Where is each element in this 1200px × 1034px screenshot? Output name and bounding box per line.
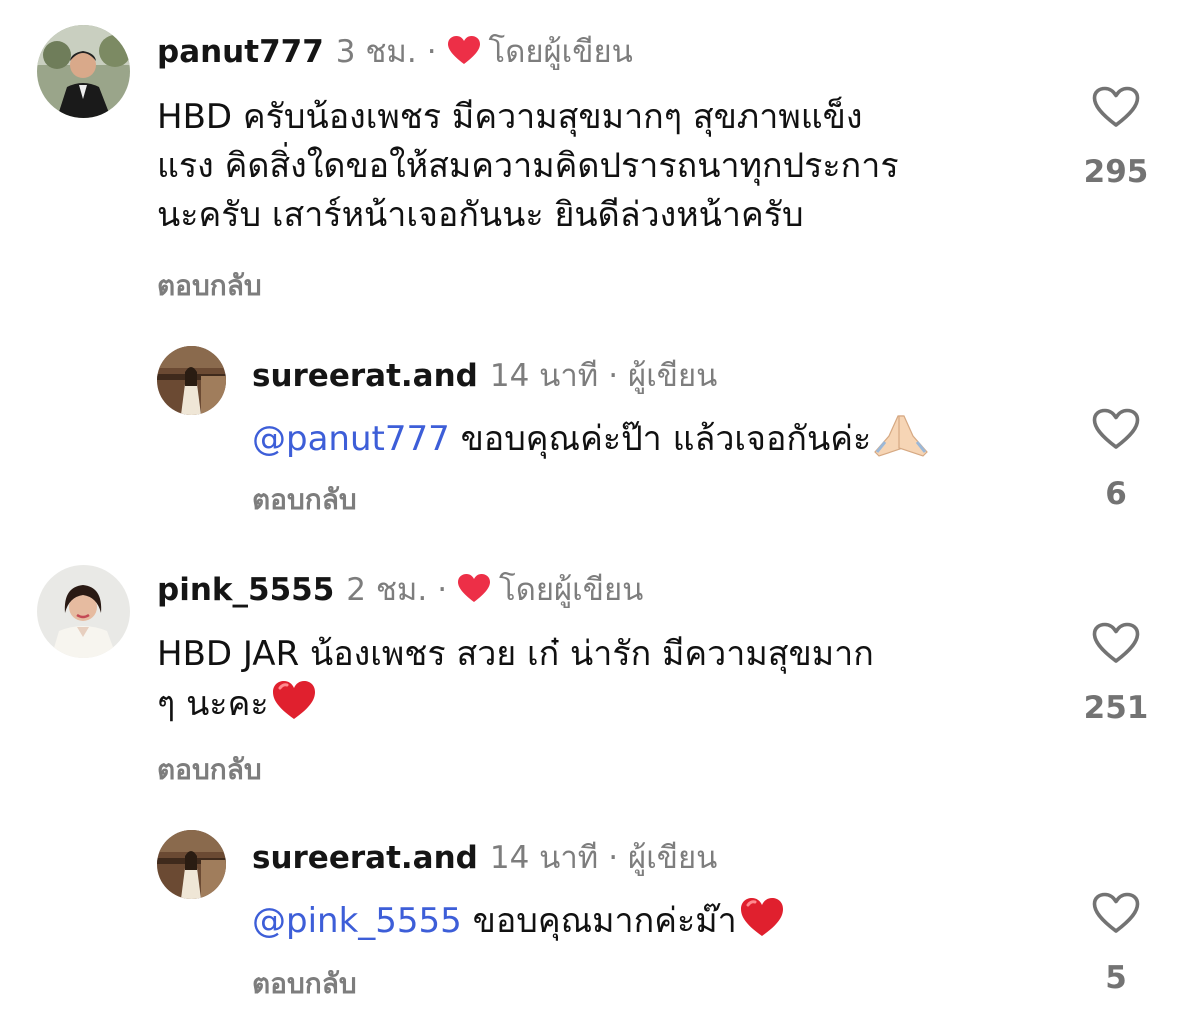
timestamp: 2 ชม. xyxy=(346,572,428,608)
avatar[interactable] xyxy=(37,25,130,118)
heart-outline-icon[interactable] xyxy=(1076,892,1156,934)
reply-button[interactable]: ตอบกลับ xyxy=(252,482,357,518)
avatar[interactable] xyxy=(157,346,226,415)
separator-dot: · xyxy=(608,840,619,876)
like-button[interactable]: 251 xyxy=(1076,622,1156,726)
timestamp: 14 นาที xyxy=(489,358,599,394)
author-tag: ผู้เขียน xyxy=(628,358,718,394)
heart-outline-icon[interactable] xyxy=(1076,408,1156,450)
comment-header: sureerat.and 14 นาที · ผู้เขียน xyxy=(252,356,717,396)
comment-text-line: ๆ นะคะ xyxy=(157,679,874,735)
separator-dot: · xyxy=(608,358,619,394)
like-count: 295 xyxy=(1083,154,1149,190)
folded-hands-emoji-icon xyxy=(873,414,929,472)
red-heart-emoji-icon xyxy=(739,896,785,952)
username[interactable]: pink_5555 xyxy=(157,572,334,608)
comment-text: HBD ครับน้องเพชร มีความสุขมากๆ สุขภาพแข็… xyxy=(157,93,899,240)
comment-text-line: HBD JAR น้องเพชร สวย เก๋ น่ารัก มีความสุ… xyxy=(157,634,874,674)
red-heart-emoji-icon xyxy=(271,679,317,735)
author-tag: ผู้เขียน xyxy=(628,840,718,876)
username[interactable]: sureerat.and xyxy=(252,840,478,876)
comment-text-line: แรง คิดสิ่งใดขอให้สมความคิดปรารถนาทุกประ… xyxy=(157,146,899,186)
liked-by-author-heart-icon xyxy=(457,573,491,613)
comment-text-content: ขอบคุณมากค่ะม๊า xyxy=(472,901,737,941)
comment-text-content: ขอบคุณค่ะป๊า แล้วเจอกันค่ะ xyxy=(460,419,872,459)
reply-button[interactable]: ตอบกลับ xyxy=(157,752,262,788)
comment-text-line: HBD ครับน้องเพชร มีความสุขมากๆ สุขภาพแข็… xyxy=(157,97,863,137)
author-tag: โดยผู้เขียน xyxy=(488,34,633,70)
username[interactable]: panut777 xyxy=(157,34,324,70)
like-button[interactable]: 6 xyxy=(1076,408,1156,512)
reply-button[interactable]: ตอบกลับ xyxy=(157,268,262,304)
like-count: 6 xyxy=(1105,476,1127,512)
comments-thread: panut777 3 ชม. · โดยผู้เขียน HBD ครับน้องเพ… xyxy=(0,0,1200,1034)
username[interactable]: sureerat.and xyxy=(252,358,478,394)
like-button[interactable]: 295 xyxy=(1076,86,1156,190)
timestamp: 14 นาที xyxy=(489,840,599,876)
like-count: 251 xyxy=(1083,690,1149,726)
mention-link[interactable]: @panut777 xyxy=(252,419,450,459)
like-button[interactable]: 5 xyxy=(1076,892,1156,996)
liked-by-author-heart-icon xyxy=(447,35,481,75)
separator-dot: · xyxy=(437,572,448,608)
author-tag: โดยผู้เขียน xyxy=(499,572,644,608)
reply-button[interactable]: ตอบกลับ xyxy=(252,966,357,1002)
avatar[interactable] xyxy=(37,565,130,658)
separator-dot: · xyxy=(426,34,437,70)
comment-text-line: นะครับ เสาร์หน้าเจอกันนะ ยินดีล่วงหน้าคร… xyxy=(157,195,804,235)
mention-link[interactable]: @pink_5555 xyxy=(252,901,462,941)
like-count: 5 xyxy=(1105,960,1127,996)
comment-text: HBD JAR น้องเพชร สวย เก๋ น่ารัก มีความสุ… xyxy=(157,630,874,735)
timestamp: 3 ชม. xyxy=(335,34,417,70)
comment-header: pink_5555 2 ชม. · โดยผู้เขียน xyxy=(157,570,643,613)
comment-header: sureerat.and 14 นาที · ผู้เขียน xyxy=(252,838,717,878)
heart-outline-icon[interactable] xyxy=(1076,86,1156,128)
avatar[interactable] xyxy=(157,830,226,899)
comment-text: @panut777 ขอบคุณค่ะป๊า แล้วเจอกันค่ะ xyxy=(252,414,929,472)
comment-header: panut777 3 ชม. · โดยผู้เขียน xyxy=(157,32,633,75)
comment-text: @pink_5555 ขอบคุณมากค่ะม๊า xyxy=(252,896,785,952)
comment-text-content: ๆ นะคะ xyxy=(157,684,269,724)
heart-outline-icon[interactable] xyxy=(1076,622,1156,664)
